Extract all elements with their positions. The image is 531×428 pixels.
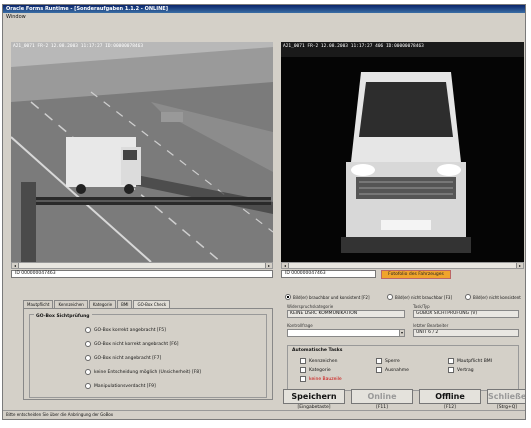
scroll-left-arrow-icon[interactable]: ◂ <box>282 263 289 268</box>
task-mautpflicht-bmi[interactable]: Mautpflicht BMI <box>448 358 492 364</box>
radio-icon[interactable] <box>387 294 393 300</box>
camera-overlay-text: A21_0071 FR-2 12.08.2003 11:17:27 ID:000… <box>13 44 144 49</box>
kontrollfrage-label: Kontrollfrage <box>287 323 313 328</box>
vehicle-front-image <box>281 42 524 262</box>
group-title: GO-Box Sichtprüfung <box>34 314 92 319</box>
gobox-sichtpruefung-group: GO-Box Sichtprüfung GO-Box korrekt angeb… <box>29 314 267 398</box>
task-keine-bauzeile[interactable]: keine Bauzeile <box>300 376 342 382</box>
scroll-right-arrow-icon[interactable]: ▸ <box>265 263 272 268</box>
checkbox-icon[interactable] <box>376 367 382 373</box>
option-manipulationsverdacht[interactable]: Manipulationsverdacht [F9] <box>85 383 156 389</box>
radio-icon[interactable] <box>85 355 91 361</box>
option-keine-entscheidung[interactable]: keine Entscheidung möglich (Unsicherheit… <box>85 369 201 375</box>
status-bar: Bitte entscheiden Sie über die Anbringun… <box>3 410 525 419</box>
tab-kennzeichen[interactable]: Kennzeichen <box>54 300 88 308</box>
checkbox-icon[interactable] <box>300 376 306 382</box>
record-id-field-left[interactable]: ID 000000047463 <box>11 270 273 278</box>
tab-kategorie[interactable]: Kategorie <box>88 300 117 308</box>
horizontal-scrollbar-left[interactable]: ◂ ▸ <box>11 262 273 269</box>
task-sperre[interactable]: Sperre <box>376 358 400 364</box>
radio-brauchbar-konsistent[interactable]: Bild(er) brauchbar und konsistent [F2] <box>285 294 370 300</box>
scroll-right-arrow-icon[interactable]: ▸ <box>516 263 523 268</box>
letzter-bearbeiter-field[interactable]: UNIT 6 / 2 <box>413 329 519 337</box>
tab-gobox-check[interactable]: GO-Box Check <box>133 300 171 308</box>
widerspruch-field[interactable]: KEINE DSRC KOMMUNIKATION <box>287 310 405 318</box>
task-type-field[interactable]: GOBOX SICHTPRÜFUNG (V) <box>413 310 519 318</box>
application-window: Oracle Forms Runtime - [Sonderaufgaben 1… <box>2 4 526 420</box>
horizontal-scrollbar-right[interactable]: ◂ ▸ <box>281 262 524 269</box>
radio-icon[interactable] <box>85 383 91 389</box>
checkbox-icon[interactable] <box>448 367 454 373</box>
radio-icon[interactable] <box>85 341 91 347</box>
radio-icon[interactable] <box>85 327 91 333</box>
checkbox-icon[interactable] <box>300 367 306 373</box>
offline-button[interactable]: Offline <box>419 389 481 404</box>
highway-scene-image <box>11 42 273 262</box>
kontrollfrage-select[interactable] <box>287 329 405 337</box>
checkbox-icon[interactable] <box>300 358 306 364</box>
close-button[interactable]: Schließen <box>487 389 525 404</box>
window-title: Oracle Forms Runtime - [Sonderaufgaben 1… <box>3 5 525 13</box>
check-tabs: Mautpflicht Kennzeichen Kategorie BMI GO… <box>23 300 171 308</box>
camera-image-overview: A21_0071 FR-2 12.08.2003 11:17:27 ID:000… <box>11 42 273 262</box>
radio-icon[interactable] <box>285 294 291 300</box>
record-id-field-right[interactable]: ID 000000047463 <box>281 270 376 278</box>
radio-nicht-konsistent[interactable]: Bild(er) nicht konsistent <box>465 294 521 300</box>
radio-nicht-brauchbar[interactable]: Bild(er) nicht brauchbar [F3] <box>387 294 452 300</box>
chevron-down-icon[interactable]: ▾ <box>399 329 405 337</box>
radio-icon[interactable] <box>465 294 471 300</box>
option-nicht-korrekt-angebracht[interactable]: GO-Box nicht korrekt angebracht [F6] <box>85 341 179 347</box>
radio-icon[interactable] <box>85 369 91 375</box>
task-kategorie[interactable]: Kategorie <box>300 367 331 373</box>
task-ausnahme[interactable]: Ausnahme <box>376 367 409 373</box>
task-type-label: Task/Typ <box>413 304 430 309</box>
online-button[interactable]: Online <box>351 389 413 404</box>
save-button[interactable]: Speichern <box>283 389 345 404</box>
scroll-left-arrow-icon[interactable]: ◂ <box>12 263 19 268</box>
letzter-bearbeiter-label: letzter Bearbeiter <box>413 323 449 328</box>
task-kennzeichen[interactable]: Kennzeichen <box>300 358 338 364</box>
checkbox-icon[interactable] <box>376 358 382 364</box>
tasks-title: Automatische Tasks <box>292 348 343 353</box>
widerspruch-label: Widerspruchskategorie <box>287 304 334 309</box>
checkbox-icon[interactable] <box>448 358 454 364</box>
gobox-check-panel: GO-Box Sichtprüfung GO-Box korrekt angeb… <box>23 308 273 400</box>
menu-window[interactable]: Window <box>3 13 525 21</box>
camera-image-closeup: A21_0071 FR-2 12.08.2003 11:17:27 406 ID… <box>281 42 524 262</box>
task-vertrag[interactable]: Vertrag <box>448 367 474 373</box>
option-nicht-angebracht[interactable]: GO-Box nicht angebracht [F7] <box>85 355 161 361</box>
tab-bmi[interactable]: BMI <box>117 300 133 308</box>
fotofolio-button[interactable]: Fotofolio des Fahrzeuges <box>381 270 451 279</box>
tab-mautpflicht[interactable]: Mautpflicht <box>23 300 54 308</box>
automatische-tasks-group: Automatische Tasks Kennzeichen Kategorie… <box>287 345 519 391</box>
camera-overlay-text: A21_0071 FR-2 12.08.2003 11:17:27 406 ID… <box>283 44 424 49</box>
option-korrekt-angebracht[interactable]: GO-Box korrekt angebracht [F5] <box>85 327 166 333</box>
